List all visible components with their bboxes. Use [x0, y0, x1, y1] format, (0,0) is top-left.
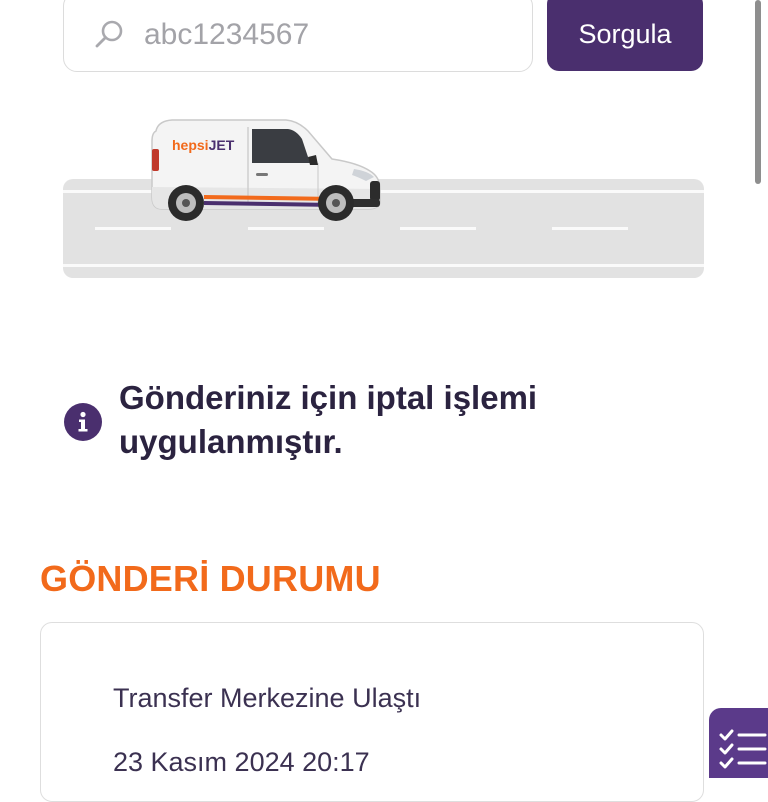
road-edge-line	[63, 264, 704, 267]
road-dash	[95, 227, 171, 230]
van-logo-jet: JET	[209, 137, 235, 153]
event-title: Transfer Merkezine Ulaştı	[113, 683, 422, 713]
road-dash	[400, 227, 476, 230]
tracking-number-input[interactable]	[144, 15, 514, 55]
event-datetime: 23 Kasım 2024 20:17	[113, 747, 370, 777]
tracking-search-box[interactable]	[63, 0, 533, 72]
svg-text:hepsiJET: hepsiJET	[172, 137, 235, 153]
shipment-event-card: Transfer Merkezine Ulaştı 23 Kasım 2024 …	[40, 622, 704, 802]
info-icon	[64, 403, 102, 441]
query-button[interactable]: Sorgula	[547, 0, 703, 71]
van-logo-hepsi: hepsi	[172, 137, 209, 153]
scrollbar-thumb[interactable]	[755, 0, 761, 184]
checklist-icon	[719, 729, 767, 769]
road-dash	[552, 227, 628, 230]
cancellation-notice: Gönderiniz için iptal işlemi uygulanmışt…	[119, 379, 538, 460]
delivery-van-illustration: hepsiJET	[151, 119, 381, 221]
shipment-status-title: GÖNDERİ DURUMU	[40, 558, 381, 599]
road-dash	[248, 227, 324, 230]
search-icon	[95, 20, 123, 48]
